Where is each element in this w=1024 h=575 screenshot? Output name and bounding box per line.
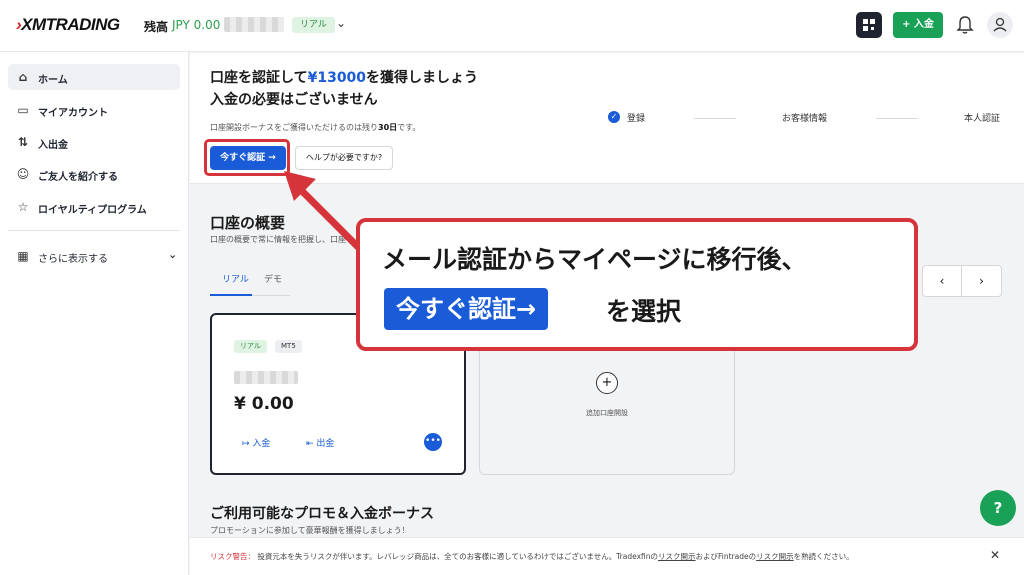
step-register: 登録 bbox=[627, 114, 646, 124]
deadline-days: 30日 bbox=[378, 123, 398, 132]
balance-value: JPY 0.00 bbox=[172, 18, 221, 32]
bonus-deadline-text: 口座開設ボーナスをご獲得いただけるのは残り30日です。 bbox=[210, 122, 420, 133]
sidebar-item-loyalty[interactable]: ☆ ロイヤルティプログラム bbox=[8, 194, 180, 220]
more-options-icon[interactable]: ••• bbox=[424, 433, 442, 451]
user-avatar-button[interactable] bbox=[987, 12, 1013, 38]
callout-line2: を選択 bbox=[606, 297, 682, 326]
card-deposit-link[interactable]: ↦ 入金 bbox=[242, 436, 270, 449]
step-connector bbox=[694, 118, 736, 119]
home-icon: ⌂ bbox=[18, 70, 28, 84]
chevron-down-icon: ⌄ bbox=[168, 248, 178, 261]
sidebar: ⌂ ホーム ▭ マイアカウント ⇅ 入出金 ☺ ご友人を紹介する ☆ ロイヤルテ… bbox=[0, 52, 189, 575]
qr-code-button[interactable] bbox=[856, 12, 882, 38]
chevron-down-icon[interactable]: ⌄ bbox=[336, 16, 346, 30]
active-tab-indicator bbox=[210, 294, 252, 296]
risk-text-b: およびFintradeの bbox=[695, 552, 757, 561]
platform-badge: MT5 bbox=[275, 340, 302, 353]
risk-disclosure-link-fintrade[interactable]: リスク開示 bbox=[756, 552, 794, 561]
user-icon bbox=[993, 17, 1007, 32]
promo-subtitle: プロモーションに参加して豪華報酬を獲得しましょう！ bbox=[210, 526, 410, 535]
deposit-arrow-icon: ↦ bbox=[242, 439, 253, 449]
sidebar-divider bbox=[8, 230, 180, 231]
sidebar-show-more[interactable]: ▦ さらに表示する ⌄ bbox=[8, 243, 180, 269]
carousel-prev-button[interactable]: ‹ bbox=[922, 265, 962, 297]
check-icon: ✓ bbox=[608, 111, 620, 123]
deadline-suffix: です。 bbox=[397, 123, 421, 132]
plus-icon: + bbox=[596, 372, 618, 394]
verify-now-button[interactable]: 今すぐ認証 → bbox=[210, 146, 286, 170]
tab-real[interactable]: リアル bbox=[222, 272, 249, 285]
overview-title: 口座の概要 bbox=[210, 214, 286, 232]
sidebar-item-label: ホーム bbox=[38, 75, 68, 86]
carousel-next-button[interactable]: › bbox=[962, 265, 1002, 297]
top-bar: ›XMTRADING 残高 JPY 0.00 リアル ⌄ + 入金 bbox=[0, 0, 1024, 52]
card-withdraw-link[interactable]: ⇤ 出金 bbox=[306, 436, 334, 449]
sidebar-item-label: 入出金 bbox=[38, 140, 68, 151]
blurred-account-number bbox=[234, 371, 298, 384]
sidebar-item-home[interactable]: ⌂ ホーム bbox=[8, 64, 180, 90]
deadline-prefix: 口座開設ボーナスをご獲得いただけるのは残り bbox=[210, 123, 378, 132]
title-line2: 入金の必要はございません bbox=[210, 92, 378, 108]
close-icon[interactable]: ✕ bbox=[990, 548, 1000, 562]
promo-title: ご利用可能なプロモ＆入金ボーナス bbox=[210, 506, 434, 522]
account-balance: ¥ 0.00 bbox=[234, 394, 294, 414]
instruction-callout: メール認証からマイページに移行後、 今すぐ認証→ を選択 bbox=[356, 218, 918, 351]
logo-text: XMTRADING bbox=[21, 15, 120, 34]
account-type-badge: リアル bbox=[234, 340, 267, 353]
withdraw-arrow-icon: ⇤ bbox=[306, 439, 317, 449]
sidebar-item-label: ご友人を紹介する bbox=[38, 172, 118, 183]
add-account-label: 追加口座開設 bbox=[586, 409, 628, 417]
step-customer-info: お客様情報 bbox=[782, 114, 828, 124]
deposit-label: 入金 bbox=[252, 439, 271, 449]
blurred-account-number bbox=[224, 17, 284, 32]
question-icon: ? bbox=[993, 499, 1003, 517]
withdraw-label: 出金 bbox=[316, 439, 335, 449]
transfer-arrows-icon: ⇅ bbox=[17, 135, 29, 149]
step-identity: 本人認証 bbox=[964, 114, 1001, 124]
bell-icon[interactable] bbox=[956, 14, 974, 36]
verification-title: 口座を認証して¥13000を獲得しましょう 入金の必要はございません bbox=[210, 67, 478, 111]
star-icon: ☆ bbox=[17, 200, 29, 214]
sidebar-item-deposit-withdraw[interactable]: ⇅ 入出金 bbox=[8, 129, 180, 155]
deposit-button[interactable]: + 入金 bbox=[893, 12, 943, 38]
callout-line1: メール認証からマイページに移行後、 bbox=[382, 245, 807, 274]
title-suffix: を獲得しましょう bbox=[366, 70, 479, 86]
bonus-amount: ¥13000 bbox=[307, 70, 367, 86]
tab-demo[interactable]: デモ bbox=[264, 272, 282, 285]
sidebar-item-label: マイアカウント bbox=[38, 108, 108, 119]
risk-disclosure-link-tradexfin[interactable]: リスク開示 bbox=[658, 552, 696, 561]
tabs-divider bbox=[252, 295, 290, 296]
qr-code-icon bbox=[863, 19, 875, 31]
grid-icon: ▦ bbox=[17, 249, 29, 263]
sidebar-item-refer-friend[interactable]: ☺ ご友人を紹介する bbox=[8, 161, 180, 187]
people-icon: ☺ bbox=[16, 167, 30, 181]
xm-logo[interactable]: ›XMTRADING bbox=[16, 15, 120, 35]
balance-label: 残高 bbox=[144, 20, 169, 34]
title-prefix: 口座を認証して bbox=[210, 70, 308, 86]
help-chat-button[interactable]: ? bbox=[980, 490, 1016, 526]
risk-text-c: を熟読ください。 bbox=[793, 552, 854, 561]
verification-steps: ✓ 登録 お客様情報 本人認証 bbox=[608, 111, 1008, 125]
step-connector bbox=[876, 118, 918, 119]
sidebar-item-label: ロイヤルティプログラム bbox=[38, 205, 147, 216]
sidebar-item-my-account[interactable]: ▭ マイアカウント bbox=[8, 97, 180, 123]
risk-label: リスク警告： bbox=[210, 552, 255, 561]
callout-highlight: 今すぐ認証→ bbox=[384, 288, 549, 330]
account-type-badge: リアル bbox=[292, 17, 335, 33]
card-icon: ▭ bbox=[17, 103, 29, 117]
risk-warning-text: リスク警告： 投資元本を失うリスクが伴います。レバレッジ商品は、全てのお客様に適… bbox=[210, 551, 854, 562]
risk-text-a: 投資元本を失うリスクが伴います。レバレッジ商品は、全てのお客様に適しているわけで… bbox=[257, 552, 659, 561]
sidebar-item-label: さらに表示する bbox=[38, 254, 108, 265]
risk-warning-bar: リスク警告： 投資元本を失うリスクが伴います。レバレッジ商品は、全てのお客様に適… bbox=[190, 537, 1024, 575]
